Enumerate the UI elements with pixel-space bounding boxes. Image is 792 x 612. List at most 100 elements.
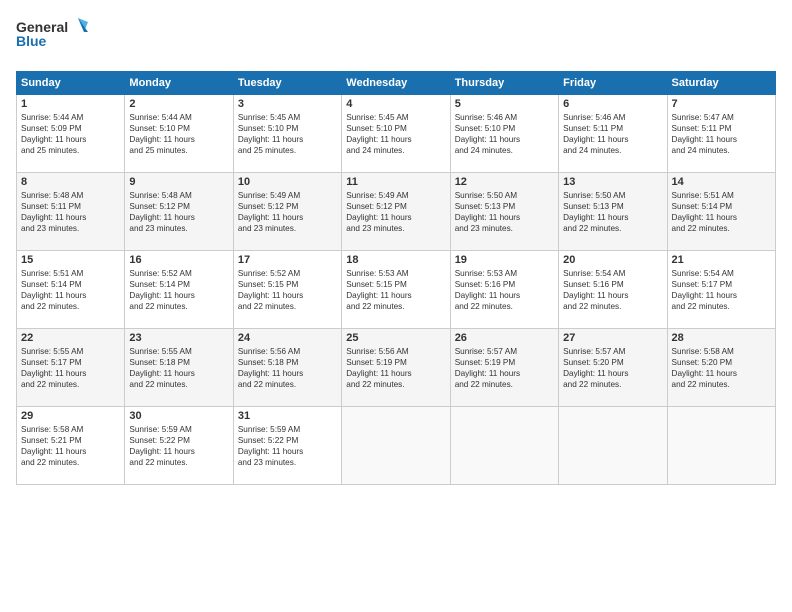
- day-number: 17: [238, 254, 337, 266]
- calendar-cell: 18 Sunrise: 5:53 AM Sunset: 5:15 PM Dayli…: [342, 251, 450, 329]
- day-info: Sunrise: 5:45 AM Sunset: 5:10 PM Dayligh…: [346, 112, 445, 156]
- calendar-cell: 2 Sunrise: 5:44 AM Sunset: 5:10 PM Daylig…: [125, 95, 233, 173]
- day-info: Sunrise: 5:55 AM Sunset: 5:18 PM Dayligh…: [129, 346, 228, 390]
- day-info: Sunrise: 5:53 AM Sunset: 5:15 PM Dayligh…: [346, 268, 445, 312]
- calendar-cell: 12 Sunrise: 5:50 AM Sunset: 5:13 PM Dayli…: [450, 173, 558, 251]
- day-number: 20: [563, 254, 662, 266]
- day-info: Sunrise: 5:56 AM Sunset: 5:18 PM Dayligh…: [238, 346, 337, 390]
- day-info: Sunrise: 5:59 AM Sunset: 5:22 PM Dayligh…: [238, 424, 337, 468]
- day-number: 31: [238, 410, 337, 422]
- calendar-cell: 3 Sunrise: 5:45 AM Sunset: 5:10 PM Daylig…: [233, 95, 341, 173]
- day-info: Sunrise: 5:44 AM Sunset: 5:09 PM Dayligh…: [21, 112, 120, 156]
- calendar-header-wednesday: Wednesday: [342, 72, 450, 95]
- calendar-cell: 16 Sunrise: 5:52 AM Sunset: 5:14 PM Dayli…: [125, 251, 233, 329]
- day-info: Sunrise: 5:52 AM Sunset: 5:15 PM Dayligh…: [238, 268, 337, 312]
- calendar-cell: 31 Sunrise: 5:59 AM Sunset: 5:22 PM Dayli…: [233, 407, 341, 485]
- calendar-cell: 27Sunrise: 5:57 AM Sunset: 5:20 PM Dayli…: [559, 329, 667, 407]
- day-info: Sunrise: 5:48 AM Sunset: 5:11 PM Dayligh…: [21, 190, 120, 234]
- day-info: Sunrise: 5:57 AM Sunset: 5:19 PM Dayligh…: [455, 346, 554, 390]
- day-info: Sunrise: 5:44 AM Sunset: 5:10 PM Dayligh…: [129, 112, 228, 156]
- day-number: 30: [129, 410, 228, 422]
- calendar-cell: 25 Sunrise: 5:56 AM Sunset: 5:19 PM Dayli…: [342, 329, 450, 407]
- calendar-cell: 15Sunrise: 5:51 AM Sunset: 5:14 PM Dayli…: [17, 251, 125, 329]
- day-info: Sunrise: 5:56 AM Sunset: 5:19 PM Dayligh…: [346, 346, 445, 390]
- calendar-cell: 13 Sunrise: 5:50 AM Sunset: 5:13 PM Dayli…: [559, 173, 667, 251]
- calendar-header-thursday: Thursday: [450, 72, 558, 95]
- calendar-cell: 14 Sunrise: 5:51 AM Sunset: 5:14 PM Dayli…: [667, 173, 775, 251]
- day-number: 5: [455, 98, 554, 110]
- calendar-header-monday: Monday: [125, 72, 233, 95]
- day-number: 21: [672, 254, 771, 266]
- calendar-header-sunday: Sunday: [17, 72, 125, 95]
- day-info: Sunrise: 5:51 AM Sunset: 5:14 PM Dayligh…: [21, 268, 120, 312]
- day-info: Sunrise: 5:54 AM Sunset: 5:16 PM Dayligh…: [563, 268, 662, 312]
- day-number: 8: [21, 176, 120, 188]
- calendar-cell: 7Sunrise: 5:47 AM Sunset: 5:11 PM Daylig…: [667, 95, 775, 173]
- calendar-cell: 24 Sunrise: 5:56 AM Sunset: 5:18 PM Dayli…: [233, 329, 341, 407]
- day-info: Sunrise: 5:57 AM Sunset: 5:20 PM Dayligh…: [563, 346, 662, 390]
- day-number: 28: [672, 332, 771, 344]
- calendar-cell: 21 Sunrise: 5:54 AM Sunset: 5:17 PM Dayli…: [667, 251, 775, 329]
- logo: General Blue: [16, 16, 96, 61]
- day-info: Sunrise: 5:50 AM Sunset: 5:13 PM Dayligh…: [563, 190, 662, 234]
- calendar-week-row: 8 Sunrise: 5:48 AM Sunset: 5:11 PM Daylig…: [17, 173, 776, 251]
- day-number: 25: [346, 332, 445, 344]
- day-number: 2: [129, 98, 228, 110]
- calendar-cell: 22Sunrise: 5:55 AM Sunset: 5:17 PM Dayli…: [17, 329, 125, 407]
- calendar-header-row: SundayMondayTuesdayWednesdayThursdayFrid…: [17, 72, 776, 95]
- day-info: Sunrise: 5:49 AM Sunset: 5:12 PM Dayligh…: [238, 190, 337, 234]
- calendar-week-row: 1 Sunrise: 5:44 AM Sunset: 5:09 PM Daylig…: [17, 95, 776, 173]
- calendar-cell: 30 Sunrise: 5:59 AM Sunset: 5:22 PM Dayli…: [125, 407, 233, 485]
- day-number: 12: [455, 176, 554, 188]
- calendar-cell: 11 Sunrise: 5:49 AM Sunset: 5:12 PM Dayli…: [342, 173, 450, 251]
- day-info: Sunrise: 5:58 AM Sunset: 5:21 PM Dayligh…: [21, 424, 120, 468]
- calendar-cell: 9 Sunrise: 5:48 AM Sunset: 5:12 PM Daylig…: [125, 173, 233, 251]
- day-number: 7: [672, 98, 771, 110]
- day-number: 10: [238, 176, 337, 188]
- day-number: 23: [129, 332, 228, 344]
- day-number: 11: [346, 176, 445, 188]
- calendar-cell: 26 Sunrise: 5:57 AM Sunset: 5:19 PM Dayli…: [450, 329, 558, 407]
- day-number: 3: [238, 98, 337, 110]
- day-number: 19: [455, 254, 554, 266]
- calendar-cell: 4 Sunrise: 5:45 AM Sunset: 5:10 PM Daylig…: [342, 95, 450, 173]
- day-number: 1: [21, 98, 120, 110]
- calendar-cell: 17 Sunrise: 5:52 AM Sunset: 5:15 PM Dayli…: [233, 251, 341, 329]
- day-number: 9: [129, 176, 228, 188]
- day-info: Sunrise: 5:50 AM Sunset: 5:13 PM Dayligh…: [455, 190, 554, 234]
- day-number: 18: [346, 254, 445, 266]
- logo-svg: General Blue: [16, 16, 96, 61]
- calendar-cell: 29 Sunrise: 5:58 AM Sunset: 5:21 PM Dayli…: [17, 407, 125, 485]
- day-info: Sunrise: 5:46 AM Sunset: 5:11 PM Dayligh…: [563, 112, 662, 156]
- calendar-cell: 19Sunrise: 5:53 AM Sunset: 5:16 PM Dayli…: [450, 251, 558, 329]
- day-number: 26: [455, 332, 554, 344]
- day-info: Sunrise: 5:45 AM Sunset: 5:10 PM Dayligh…: [238, 112, 337, 156]
- day-info: Sunrise: 5:46 AM Sunset: 5:10 PM Dayligh…: [455, 112, 554, 156]
- calendar-cell: 10 Sunrise: 5:49 AM Sunset: 5:12 PM Dayli…: [233, 173, 341, 251]
- calendar-cell: 1 Sunrise: 5:44 AM Sunset: 5:09 PM Daylig…: [17, 95, 125, 173]
- day-number: 16: [129, 254, 228, 266]
- day-info: Sunrise: 5:54 AM Sunset: 5:17 PM Dayligh…: [672, 268, 771, 312]
- calendar-cell: 20 Sunrise: 5:54 AM Sunset: 5:16 PM Dayli…: [559, 251, 667, 329]
- calendar-header-friday: Friday: [559, 72, 667, 95]
- day-number: 4: [346, 98, 445, 110]
- calendar-week-row: 29 Sunrise: 5:58 AM Sunset: 5:21 PM Dayli…: [17, 407, 776, 485]
- day-info: Sunrise: 5:49 AM Sunset: 5:12 PM Dayligh…: [346, 190, 445, 234]
- calendar-cell: [559, 407, 667, 485]
- day-number: 13: [563, 176, 662, 188]
- day-number: 14: [672, 176, 771, 188]
- day-info: Sunrise: 5:58 AM Sunset: 5:20 PM Dayligh…: [672, 346, 771, 390]
- calendar-cell: 23 Sunrise: 5:55 AM Sunset: 5:18 PM Dayli…: [125, 329, 233, 407]
- day-info: Sunrise: 5:52 AM Sunset: 5:14 PM Dayligh…: [129, 268, 228, 312]
- day-info: Sunrise: 5:48 AM Sunset: 5:12 PM Dayligh…: [129, 190, 228, 234]
- day-number: 29: [21, 410, 120, 422]
- calendar-week-row: 15Sunrise: 5:51 AM Sunset: 5:14 PM Dayli…: [17, 251, 776, 329]
- page-header: General Blue: [16, 16, 776, 61]
- day-info: Sunrise: 5:59 AM Sunset: 5:22 PM Dayligh…: [129, 424, 228, 468]
- calendar-header-saturday: Saturday: [667, 72, 775, 95]
- day-number: 22: [21, 332, 120, 344]
- day-info: Sunrise: 5:51 AM Sunset: 5:14 PM Dayligh…: [672, 190, 771, 234]
- day-number: 24: [238, 332, 337, 344]
- calendar-cell: 8 Sunrise: 5:48 AM Sunset: 5:11 PM Daylig…: [17, 173, 125, 251]
- svg-text:Blue: Blue: [16, 33, 47, 49]
